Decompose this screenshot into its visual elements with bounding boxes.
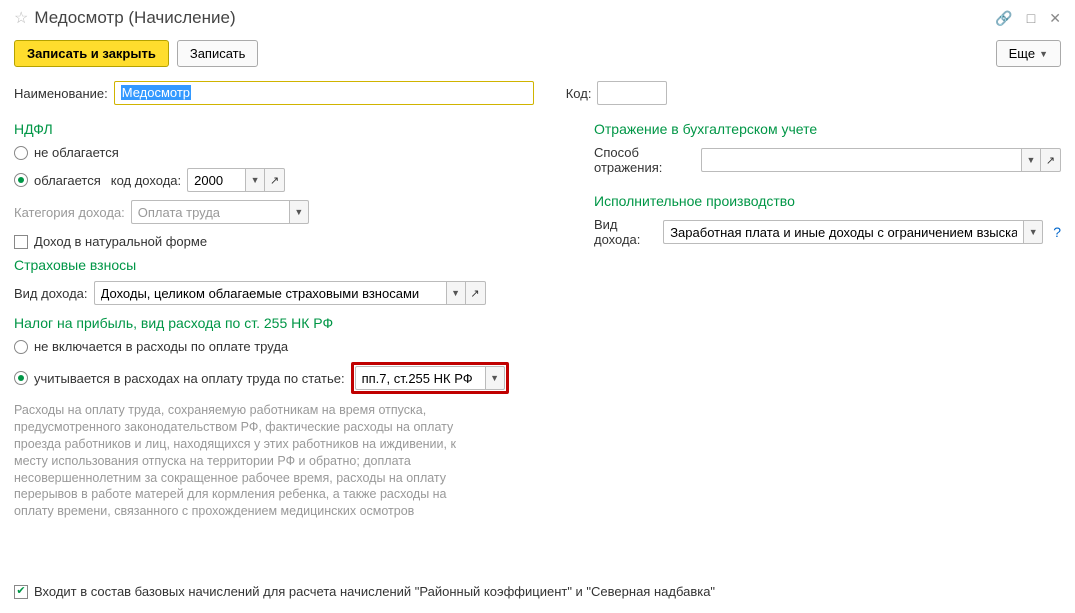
income-code-open-button[interactable]: ↗ <box>265 168 285 192</box>
article-description: Расходы на оплату труда, сохраняемую раб… <box>14 402 484 520</box>
profit-tax-section-title: Налог на прибыль, вид расхода по ст. 255… <box>14 315 554 331</box>
income-code-dropdown-button[interactable]: ▼ <box>245 168 265 192</box>
accounting-method-input[interactable] <box>701 148 1021 172</box>
chevron-down-icon: ▼ <box>1027 155 1036 165</box>
profit-included-radio[interactable] <box>14 371 28 385</box>
more-button[interactable]: Еще ▼ <box>996 40 1061 67</box>
natural-income-label: Доход в натуральной форме <box>34 234 207 249</box>
link-icon[interactable]: 🔗 <box>995 10 1012 27</box>
income-code-label: код дохода: <box>111 173 181 188</box>
page-title: Медосмотр (Начисление) <box>34 8 235 28</box>
favorite-star-icon[interactable]: ☆ <box>14 8 28 28</box>
close-icon[interactable]: ✕ <box>1049 10 1061 27</box>
income-category-label: Категория дохода: <box>14 205 125 220</box>
open-icon: ↗ <box>1046 154 1055 167</box>
accounting-dropdown-button[interactable]: ▼ <box>1021 148 1041 172</box>
base-accruals-label: Входит в состав базовых начислений для р… <box>34 584 715 599</box>
natural-income-checkbox[interactable] <box>14 235 28 249</box>
help-icon[interactable]: ? <box>1053 224 1061 240</box>
accounting-method-label: Способ отражения: <box>594 145 695 175</box>
income-category-dropdown-button: ▼ <box>289 200 309 224</box>
ndfl-taxed-label: облагается <box>34 173 101 188</box>
income-category-input <box>131 200 289 224</box>
open-icon: ↗ <box>470 287 479 300</box>
titlebar: ☆ Медосмотр (Начисление) 🔗 □ ✕ <box>14 8 1061 28</box>
chevron-down-icon: ▼ <box>1029 227 1038 237</box>
profit-not-included-label: не включается в расходы по оплате труда <box>34 339 288 354</box>
article-input[interactable] <box>355 366 485 390</box>
insurance-income-type-label: Вид дохода: <box>14 286 88 301</box>
save-button[interactable]: Записать <box>177 40 259 67</box>
article-select-highlight: ▼ <box>351 362 509 394</box>
ndfl-not-taxed-label: не облагается <box>34 145 119 160</box>
maximize-icon[interactable]: □ <box>1027 10 1035 27</box>
footer-row: ✔ Входит в состав базовых начислений для… <box>14 584 715 599</box>
insurance-open-button[interactable]: ↗ <box>466 281 486 305</box>
name-input[interactable]: Медосмотр <box>114 81 534 105</box>
insurance-income-type-input[interactable] <box>94 281 446 305</box>
insurance-section-title: Страховые взносы <box>14 257 554 273</box>
chevron-down-icon: ▼ <box>294 207 303 217</box>
ndfl-taxed-radio[interactable] <box>14 173 28 187</box>
more-label: Еще <box>1009 46 1035 61</box>
profit-not-included-radio[interactable] <box>14 340 28 354</box>
article-dropdown-button[interactable]: ▼ <box>485 366 505 390</box>
chevron-down-icon: ▼ <box>1039 49 1048 59</box>
code-input[interactable] <box>597 81 667 105</box>
save-and-close-button[interactable]: Записать и закрыть <box>14 40 169 67</box>
executive-section-title: Исполнительное производство <box>594 193 1061 209</box>
insurance-dropdown-button[interactable]: ▼ <box>446 281 466 305</box>
ndfl-not-taxed-radio[interactable] <box>14 146 28 160</box>
base-accruals-checkbox[interactable]: ✔ <box>14 585 28 599</box>
executive-income-type-label: Вид дохода: <box>594 217 657 247</box>
name-value: Медосмотр <box>121 85 191 100</box>
executive-dropdown-button[interactable]: ▼ <box>1023 220 1043 244</box>
executive-income-type-input[interactable] <box>663 220 1023 244</box>
open-icon: ↗ <box>270 174 279 187</box>
name-label: Наименование: <box>14 86 108 101</box>
income-code-input[interactable] <box>187 168 245 192</box>
profit-included-label: учитывается в расходах на оплату труда п… <box>34 371 345 386</box>
chevron-down-icon: ▼ <box>251 175 260 185</box>
ndfl-section-title: НДФЛ <box>14 121 554 137</box>
code-label: Код: <box>566 86 592 101</box>
toolbar: Записать и закрыть Записать Еще ▼ <box>14 40 1061 67</box>
accounting-open-button[interactable]: ↗ <box>1041 148 1061 172</box>
chevron-down-icon: ▼ <box>451 288 460 298</box>
accounting-section-title: Отражение в бухгалтерском учете <box>594 121 1061 137</box>
chevron-down-icon: ▼ <box>490 373 499 383</box>
